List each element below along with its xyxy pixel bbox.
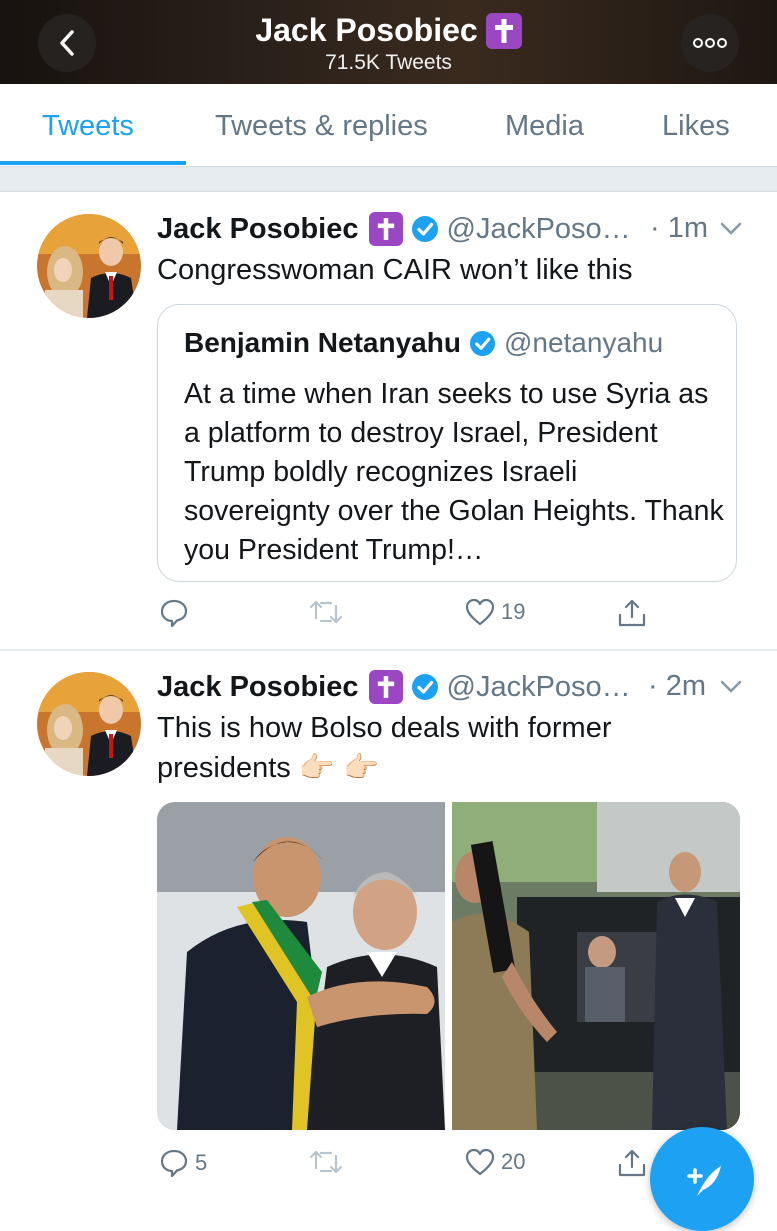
tweet-header: Jack Posobiec @JackPoso… [157, 212, 631, 246]
profile-tabs: Tweets Tweets & replies Media Likes [0, 84, 777, 167]
tweet-text: This is how Bolso deals with former pres… [157, 712, 612, 784]
cross-emoji-icon [368, 212, 403, 246]
share-icon [618, 1149, 646, 1177]
author-handle: @JackPoso… [446, 212, 631, 245]
author-name[interactable]: Jack Posobiec [157, 213, 359, 246]
author-name[interactable]: Jack Posobiec [157, 671, 359, 704]
tweet-count: 71.5K Tweets [325, 51, 452, 74]
quoted-tweet-text: At a time when Iran seeks to use Syria a… [184, 378, 724, 566]
tab-tweets-replies[interactable]: Tweets & replies [215, 110, 428, 143]
cross-emoji-icon [368, 670, 403, 704]
quoted-tweet[interactable]: Benjamin Netanyahu @netanyahu At a time … [157, 304, 737, 582]
profile-title: Jack Posobiec 71.5K Tweets [0, 12, 777, 75]
more-dots-icon [693, 38, 727, 48]
like-count: 19 [501, 599, 526, 624]
section-separator [0, 167, 777, 192]
compose-tweet-button[interactable] [650, 1127, 754, 1231]
share-icon [618, 599, 646, 627]
share-button[interactable] [617, 1148, 647, 1178]
retweet-button[interactable] [309, 598, 343, 626]
retweet-icon [309, 600, 343, 624]
tab-likes[interactable]: Likes [662, 110, 730, 143]
reply-button[interactable]: 5 [159, 1148, 207, 1178]
avatar[interactable] [37, 214, 141, 318]
tab-media[interactable]: Media [505, 110, 584, 143]
reply-icon [160, 1149, 188, 1178]
chevron-down-icon[interactable] [720, 222, 742, 236]
tweet-media-grid[interactable] [157, 802, 740, 1130]
like-count: 20 [501, 1149, 526, 1174]
cross-emoji-icon [485, 12, 522, 49]
media-image-left[interactable] [157, 802, 445, 1130]
tweet-text: Congresswoman CAIR won’t like this [157, 254, 633, 286]
like-button[interactable]: 20 [465, 1148, 525, 1176]
compose-feather-icon [687, 1166, 721, 1196]
profile-name: Jack Posobiec [255, 12, 478, 48]
reply-button[interactable] [159, 598, 195, 628]
quoted-author-name: Benjamin Netanyahu [184, 327, 461, 358]
quoted-author-handle: @netanyahu [503, 327, 664, 358]
profile-header-bar: Jack Posobiec 71.5K Tweets [0, 0, 777, 84]
verified-badge-icon [411, 215, 439, 243]
tweet-item[interactable]: Jack Posobiec @JackPoso… · 1m Congresswo… [0, 192, 777, 648]
quoted-tweet-header: Benjamin Netanyahu @netanyahu [184, 327, 663, 359]
chevron-down-icon[interactable] [720, 680, 742, 694]
media-image-right[interactable] [452, 802, 740, 1130]
heart-icon [465, 1148, 495, 1176]
tweet-time: · 2m [648, 670, 706, 702]
tweet-header: Jack Posobiec @JackPoso… [157, 670, 631, 704]
share-button[interactable] [617, 598, 647, 628]
reply-icon [160, 599, 188, 628]
more-options-button[interactable] [681, 14, 739, 72]
avatar[interactable] [37, 672, 141, 776]
heart-icon [465, 598, 495, 626]
verified-badge-icon [469, 330, 496, 357]
tweet-actions: 19 [157, 598, 657, 638]
active-tab-indicator [0, 161, 186, 165]
reply-count: 5 [195, 1150, 208, 1175]
like-button[interactable]: 19 [465, 598, 525, 626]
author-handle: @JackPoso… [446, 670, 631, 703]
tweet-time: · 1m [650, 212, 708, 244]
retweet-button[interactable] [309, 1148, 343, 1176]
retweet-icon [309, 1150, 343, 1174]
tab-tweets[interactable]: Tweets [42, 110, 134, 143]
tweet-actions: 5 20 [157, 1148, 657, 1188]
verified-badge-icon [411, 673, 439, 701]
